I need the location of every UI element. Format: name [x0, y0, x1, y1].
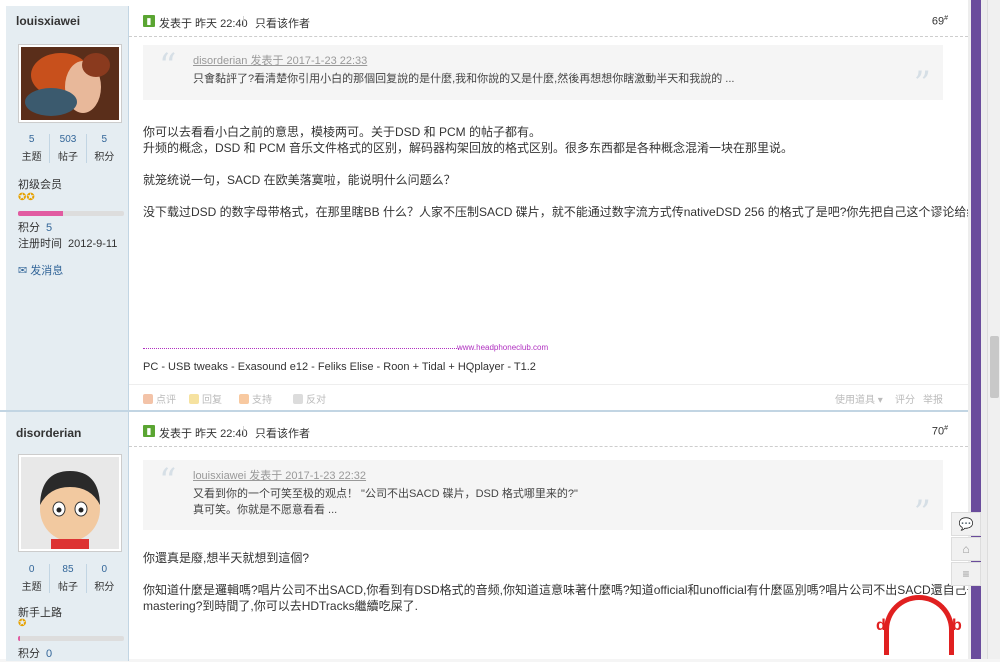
list-icon[interactable]: ≡: [951, 562, 981, 586]
post-69: louisxiawei 5 主题 503 帖子 5 积分 初级会员 ✪✪ 积分 5: [0, 0, 1000, 410]
avatar[interactable]: [18, 44, 122, 123]
author-stats: 0 主题 85 帖子 0 积分: [14, 564, 122, 593]
post-time: 发表于 昨天 22:40: [159, 428, 248, 440]
online-status-icon: ▮: [143, 15, 155, 27]
scrollbar-thumb[interactable]: [990, 336, 999, 398]
quote-author-link[interactable]: disorderian 发表于 2017-1-23 22:33: [193, 52, 367, 68]
quote-block: “ louisxiawei 发表于 2017-1-23 22:32 又看到你的一…: [143, 460, 943, 530]
stat-threads[interactable]: 5 主题: [14, 134, 51, 163]
author-sidebar: louisxiawei 5 主题 503 帖子 5 积分 初级会员 ✪✪ 积分 5: [6, 6, 129, 410]
author-name[interactable]: disorderian: [16, 426, 81, 440]
comment-button[interactable]: 点评: [143, 391, 176, 406]
scrollbar[interactable]: [987, 0, 1000, 659]
author-stats: 5 主题 503 帖子 5 积分: [14, 134, 122, 163]
post-main: ▮ 发表于 昨天 22:40 | 只看该作者 69# “ disorderian…: [129, 0, 1000, 410]
stat-points[interactable]: 0 积分: [87, 564, 122, 593]
envelope-icon: ✉: [18, 265, 31, 277]
open-quote-icon: “: [159, 461, 177, 501]
only-author-link[interactable]: 只看该作者: [255, 15, 310, 31]
thumbs-down-icon: [293, 394, 303, 404]
signature: PC - USB tweaks - Exasound e12 - Feliks …: [143, 361, 536, 373]
floor-number[interactable]: 70#: [932, 425, 948, 438]
close-quote-icon: ”: [913, 64, 931, 104]
post-body: 你可以去看看小白之前的意思，模棱两可。关于DSD 和 PCM 的帖子都有。 升频…: [143, 125, 1000, 219]
quote-text: 真可笑。你就是不愿意看看 ...: [193, 504, 338, 516]
post-main: ▮ 发表于 昨天 22:40 | 只看该作者 70# “ louisxiawei…: [129, 412, 1000, 661]
level-progress: [18, 211, 124, 216]
support-button[interactable]: 支持: [239, 391, 272, 406]
divider: |: [242, 15, 245, 27]
forum-page: louisxiawei 5 主题 503 帖子 5 积分 初级会员 ✪✪ 积分 5: [0, 0, 1000, 661]
thumbs-up-icon: [239, 394, 249, 404]
author-sidebar: disorderian 0 主题 85 帖子 0 积分 新手上路 ✪ 积分 0: [6, 412, 129, 661]
reply-icon: [189, 394, 199, 404]
author-name[interactable]: louisxiawei: [16, 14, 80, 28]
oppose-button[interactable]: 反对: [293, 391, 326, 406]
rate-button[interactable]: 评分: [895, 391, 915, 406]
quote-block: “ disorderian 发表于 2017-1-23 22:33 只會黏評了?…: [143, 45, 943, 104]
back-to-top-icon[interactable]: ⌂: [951, 537, 981, 561]
stat-points[interactable]: 5 积分: [87, 134, 122, 163]
send-message-link[interactable]: ✉ 发消息: [18, 262, 63, 278]
signature-site-link[interactable]: www.headphoneclub.com: [457, 343, 548, 352]
reply-button[interactable]: 回复: [189, 391, 222, 406]
author-info: 积分 0: [18, 648, 53, 660]
avatar[interactable]: [18, 454, 122, 552]
quote-text: 只會黏評了?看清楚你引用小白的那個回复說的是什麼,我和你說的又是什麼,然後再想想…: [193, 73, 735, 85]
post-header: ▮ 发表于 昨天 22:40 | 只看该作者 70#: [129, 416, 968, 447]
only-author-link[interactable]: 只看该作者: [255, 425, 310, 441]
quote-author-link[interactable]: louisxiawei 发表于 2017-1-23 22:32: [193, 467, 366, 483]
use-item-menu[interactable]: 使用道具 ▾: [835, 391, 883, 406]
logo-letter-d: d: [876, 617, 886, 634]
post-time: 发表于 昨天 22:40: [159, 18, 248, 30]
signature-divider: [143, 348, 459, 349]
report-button[interactable]: 举报: [923, 391, 943, 406]
close-quote-icon: ”: [913, 493, 931, 533]
open-quote-icon: “: [159, 46, 177, 86]
stat-threads[interactable]: 0 主题: [14, 564, 51, 593]
rank-star-icon: ✪: [18, 618, 27, 629]
post-actions: 点评 回复 支持 反对 使用道具 ▾ 评分 举报: [129, 384, 968, 409]
post-70: disorderian 0 主题 85 帖子 0 积分 新手上路 ✪ 积分 0 …: [0, 410, 1000, 661]
floor-number[interactable]: 69#: [932, 15, 948, 28]
divider: |: [242, 425, 245, 437]
quick-reply-icon[interactable]: 💬: [951, 512, 981, 536]
rank-stars-icon: ✪✪: [18, 192, 35, 203]
comment-icon: [143, 394, 153, 404]
online-status-icon: ▮: [143, 425, 155, 437]
user-rank: 初级会员: [18, 179, 62, 191]
stat-posts[interactable]: 85 帖子: [50, 564, 87, 593]
author-info: 积分 5 注册时间 2012-9-11: [18, 222, 118, 250]
quote-text: 又看到你的一个可笑至极的观点！ "公司不出SACD 碟片，DSD 格式哪里来的?…: [193, 488, 578, 500]
logo-letter-b: b: [952, 617, 962, 634]
stat-posts[interactable]: 503 帖子: [50, 134, 87, 163]
level-progress: [18, 636, 124, 641]
post-header: ▮ 发表于 昨天 22:40 | 只看该作者 69#: [129, 6, 968, 37]
